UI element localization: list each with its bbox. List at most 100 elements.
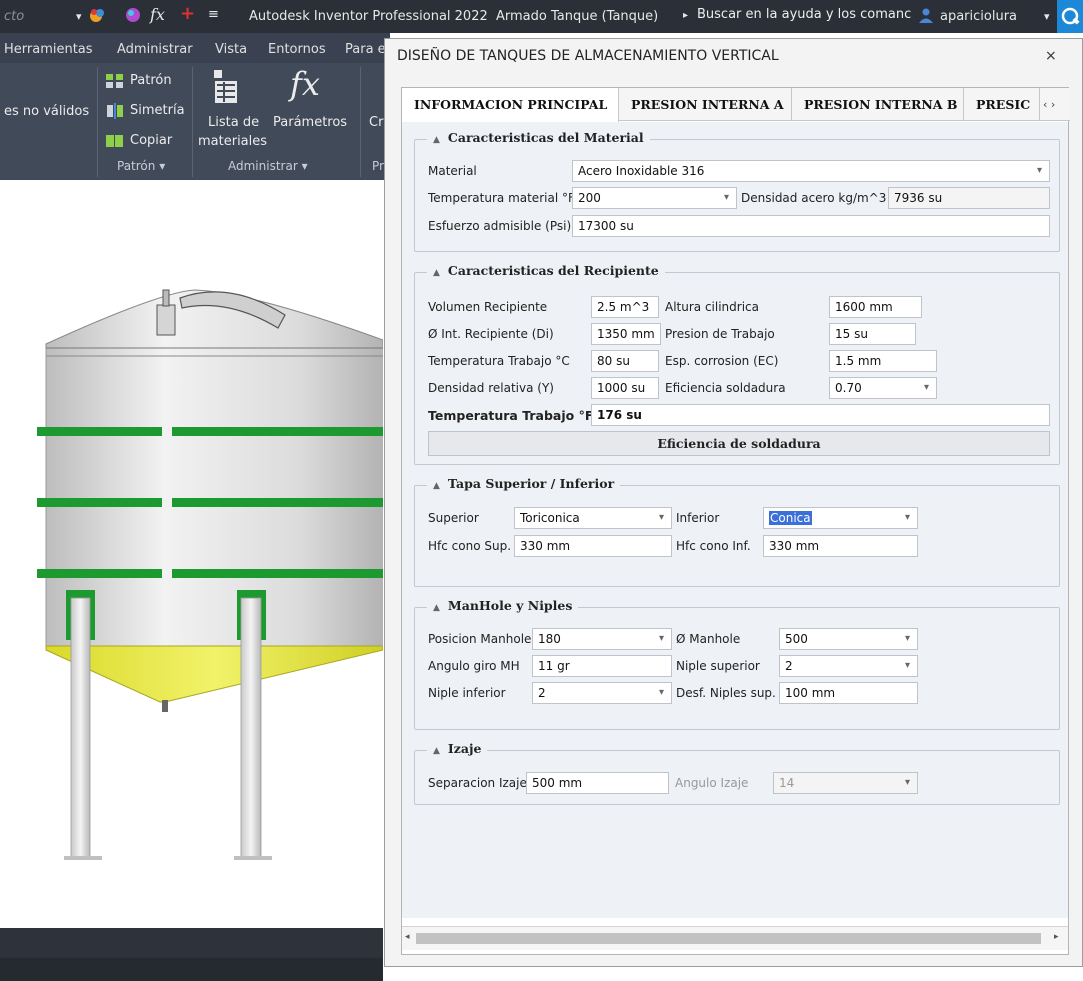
material-icon[interactable] [124,6,142,28]
di-field[interactable]: 1350 mm [591,323,661,345]
group-patron[interactable]: Patrón ▾ [117,159,165,173]
tab-scroll-arrows[interactable]: ‹ › [1043,88,1055,121]
ribbon-simetria[interactable]: Simetría [130,103,185,118]
esfuerzo-field[interactable]: 17300 su [572,215,1050,237]
inferior-select[interactable]: Conica [763,507,918,529]
presion-label: Presion de Trabajo [665,327,775,341]
eficiencia-select[interactable]: 0.70 [829,377,937,399]
user-menu-icon[interactable]: ▾ [1044,10,1050,23]
inferior-label: Inferior [676,511,720,525]
group-recipiente: ▲ Caracteristicas del Recipiente Volumen … [414,263,1060,465]
scroll-left-icon[interactable]: ◂ [405,932,410,942]
angulo-giro-field[interactable]: 11 gr [532,655,672,677]
parametros-icon: 𝑓x [290,65,320,103]
hfc-inf-field[interactable]: 330 mm [763,535,918,557]
densidad-relativa-field[interactable]: 1000 su [591,377,659,399]
help-search-input[interactable]: Buscar en la ayuda y los comanc [697,7,916,28]
angulo-izaje-select[interactable]: 14 [773,772,918,794]
angulo-giro-label: Angulo giro MH [428,659,520,673]
ribbon-copiar[interactable]: Copiar [130,133,172,148]
ribbon-lista-de[interactable]: Lista de [208,115,259,130]
group-recipiente-title: Caracteristicas del Recipiente [447,263,659,278]
simetria-icon [106,103,124,123]
tab-content: ▲ Caracteristicas del Material Material A… [402,122,1068,918]
tab-presic[interactable]: PRESIC [964,88,1040,121]
densidad-field[interactable]: 7936 su [888,187,1050,209]
niple-inferior-select[interactable]: 2 [532,682,672,704]
fx-icon[interactable]: 𝑓x [150,5,165,24]
posicion-manhole-select[interactable]: 180 [532,628,672,650]
scroll-thumb[interactable] [416,933,1041,944]
diametro-manhole-select[interactable]: 500 [779,628,918,650]
plus-icon[interactable]: + [180,3,195,24]
ribbon-parametros[interactable]: Parámetros [273,115,347,130]
group-material-title: Caracteristicas del Material [447,130,644,145]
status-strip [0,928,383,958]
group-tapa-title: Tapa Superior / Inferior [447,476,615,491]
status-bar [0,958,383,981]
temp-material-select[interactable]: 200 [572,187,737,209]
customize-icon[interactable]: ≡ [208,7,219,22]
temp-material-label: Temperatura material °F [428,191,575,205]
ribbon-materiales[interactable]: materiales [198,134,267,149]
altura-field[interactable]: 1600 mm [829,296,922,318]
presion-field[interactable]: 15 su [829,323,916,345]
tab-herramientas[interactable]: Herramientas [4,42,93,57]
appearance-icon[interactable] [88,6,106,28]
group-administrar[interactable]: Administrar ▾ [228,159,308,173]
bom-icon [213,69,239,109]
material-select[interactable]: Acero Inoxidable 316 [572,160,1050,182]
dialog-title: DISEÑO DE TANQUES DE ALMACENAMIENTO VERT… [397,48,779,64]
tab-vista[interactable]: Vista [215,42,247,57]
superior-select[interactable]: Toriconica [514,507,672,529]
collapse-icon[interactable]: ▲ [433,481,440,491]
tab-presion-interna-b[interactable]: PRESION INTERNA B [792,88,964,121]
corrosion-label: Esp. corrosion (EC) [665,354,779,368]
tank-model[interactable] [0,180,384,928]
desf-niples-field[interactable]: 100 mm [779,682,918,704]
ribbon-cut-cr[interactable]: Cr [369,115,383,130]
densidad-label: Densidad acero kg/m^3 [741,191,887,205]
tab-para-e[interactable]: Para e [345,42,386,57]
tab-entornos[interactable]: Entornos [268,42,326,57]
user-icon[interactable] [918,7,934,27]
ribbon-panel: es no válidos Patrón Simetría Copiar Pat… [0,63,390,180]
niple-superior-select[interactable]: 2 [779,655,918,677]
corrosion-field[interactable]: 1.5 mm [829,350,937,372]
ribbon-cut-pr[interactable]: Pr [372,159,384,173]
tab-informacion-principal[interactable]: INFORMACION PRINCIPAL [402,88,619,122]
scroll-right-icon[interactable]: ▸ [1054,932,1059,942]
collapse-icon[interactable]: ▲ [433,603,440,613]
horizontal-scrollbar[interactable]: ◂ ▸ [402,926,1068,950]
close-icon[interactable]: × [1045,48,1057,64]
search-expand-icon[interactable]: ▸ [683,10,688,21]
user-name[interactable]: apariciolura [940,9,1017,24]
qat-dropdown-icon[interactable]: ▾ [76,10,82,23]
hfc-sup-field[interactable]: 330 mm [514,535,672,557]
temp-trabajo-f-field[interactable]: 176 su [591,404,1050,426]
ribbon-cut-label[interactable]: es no válidos [4,104,89,119]
dialog-tabs: INFORMACION PRINCIPAL PRESION INTERNA A … [402,88,1070,122]
collapse-icon[interactable]: ▲ [433,268,440,278]
group-tapa: ▲ Tapa Superior / Inferior Superior Toric… [414,476,1060,587]
ribbon-patron[interactable]: Patrón [130,73,172,88]
posicion-manhole-label: Posicion Manhole [428,632,532,646]
patron-icon [106,73,124,93]
collapse-icon[interactable]: ▲ [433,135,440,145]
niple-inferior-label: Niple inferior [428,686,506,700]
temp-trabajo-c-field[interactable]: 80 su [591,350,659,372]
eficiencia-soldadura-button[interactable]: Eficiencia de soldadura [428,431,1050,456]
separacion-izaje-label: Separacion Izaje [428,776,527,790]
model-viewport[interactable] [0,180,384,981]
title-bar: cto ▾ 𝑓x + ≡ Autodesk Inventor Professio… [0,0,1083,33]
volumen-field[interactable]: 2.5 m^3 [591,296,659,318]
help-button[interactable] [1057,0,1083,33]
separacion-izaje-field[interactable]: 500 mm [526,772,669,794]
niple-superior-label: Niple superior [676,659,760,673]
dialog-body: INFORMACION PRINCIPAL PRESION INTERNA A … [401,87,1070,955]
title-cut-text: cto [4,9,25,24]
group-izaje-title: Izaje [447,741,482,756]
collapse-icon[interactable]: ▲ [433,746,440,756]
tab-presion-interna-a[interactable]: PRESION INTERNA A [619,88,792,121]
tab-administrar[interactable]: Administrar [117,42,193,57]
